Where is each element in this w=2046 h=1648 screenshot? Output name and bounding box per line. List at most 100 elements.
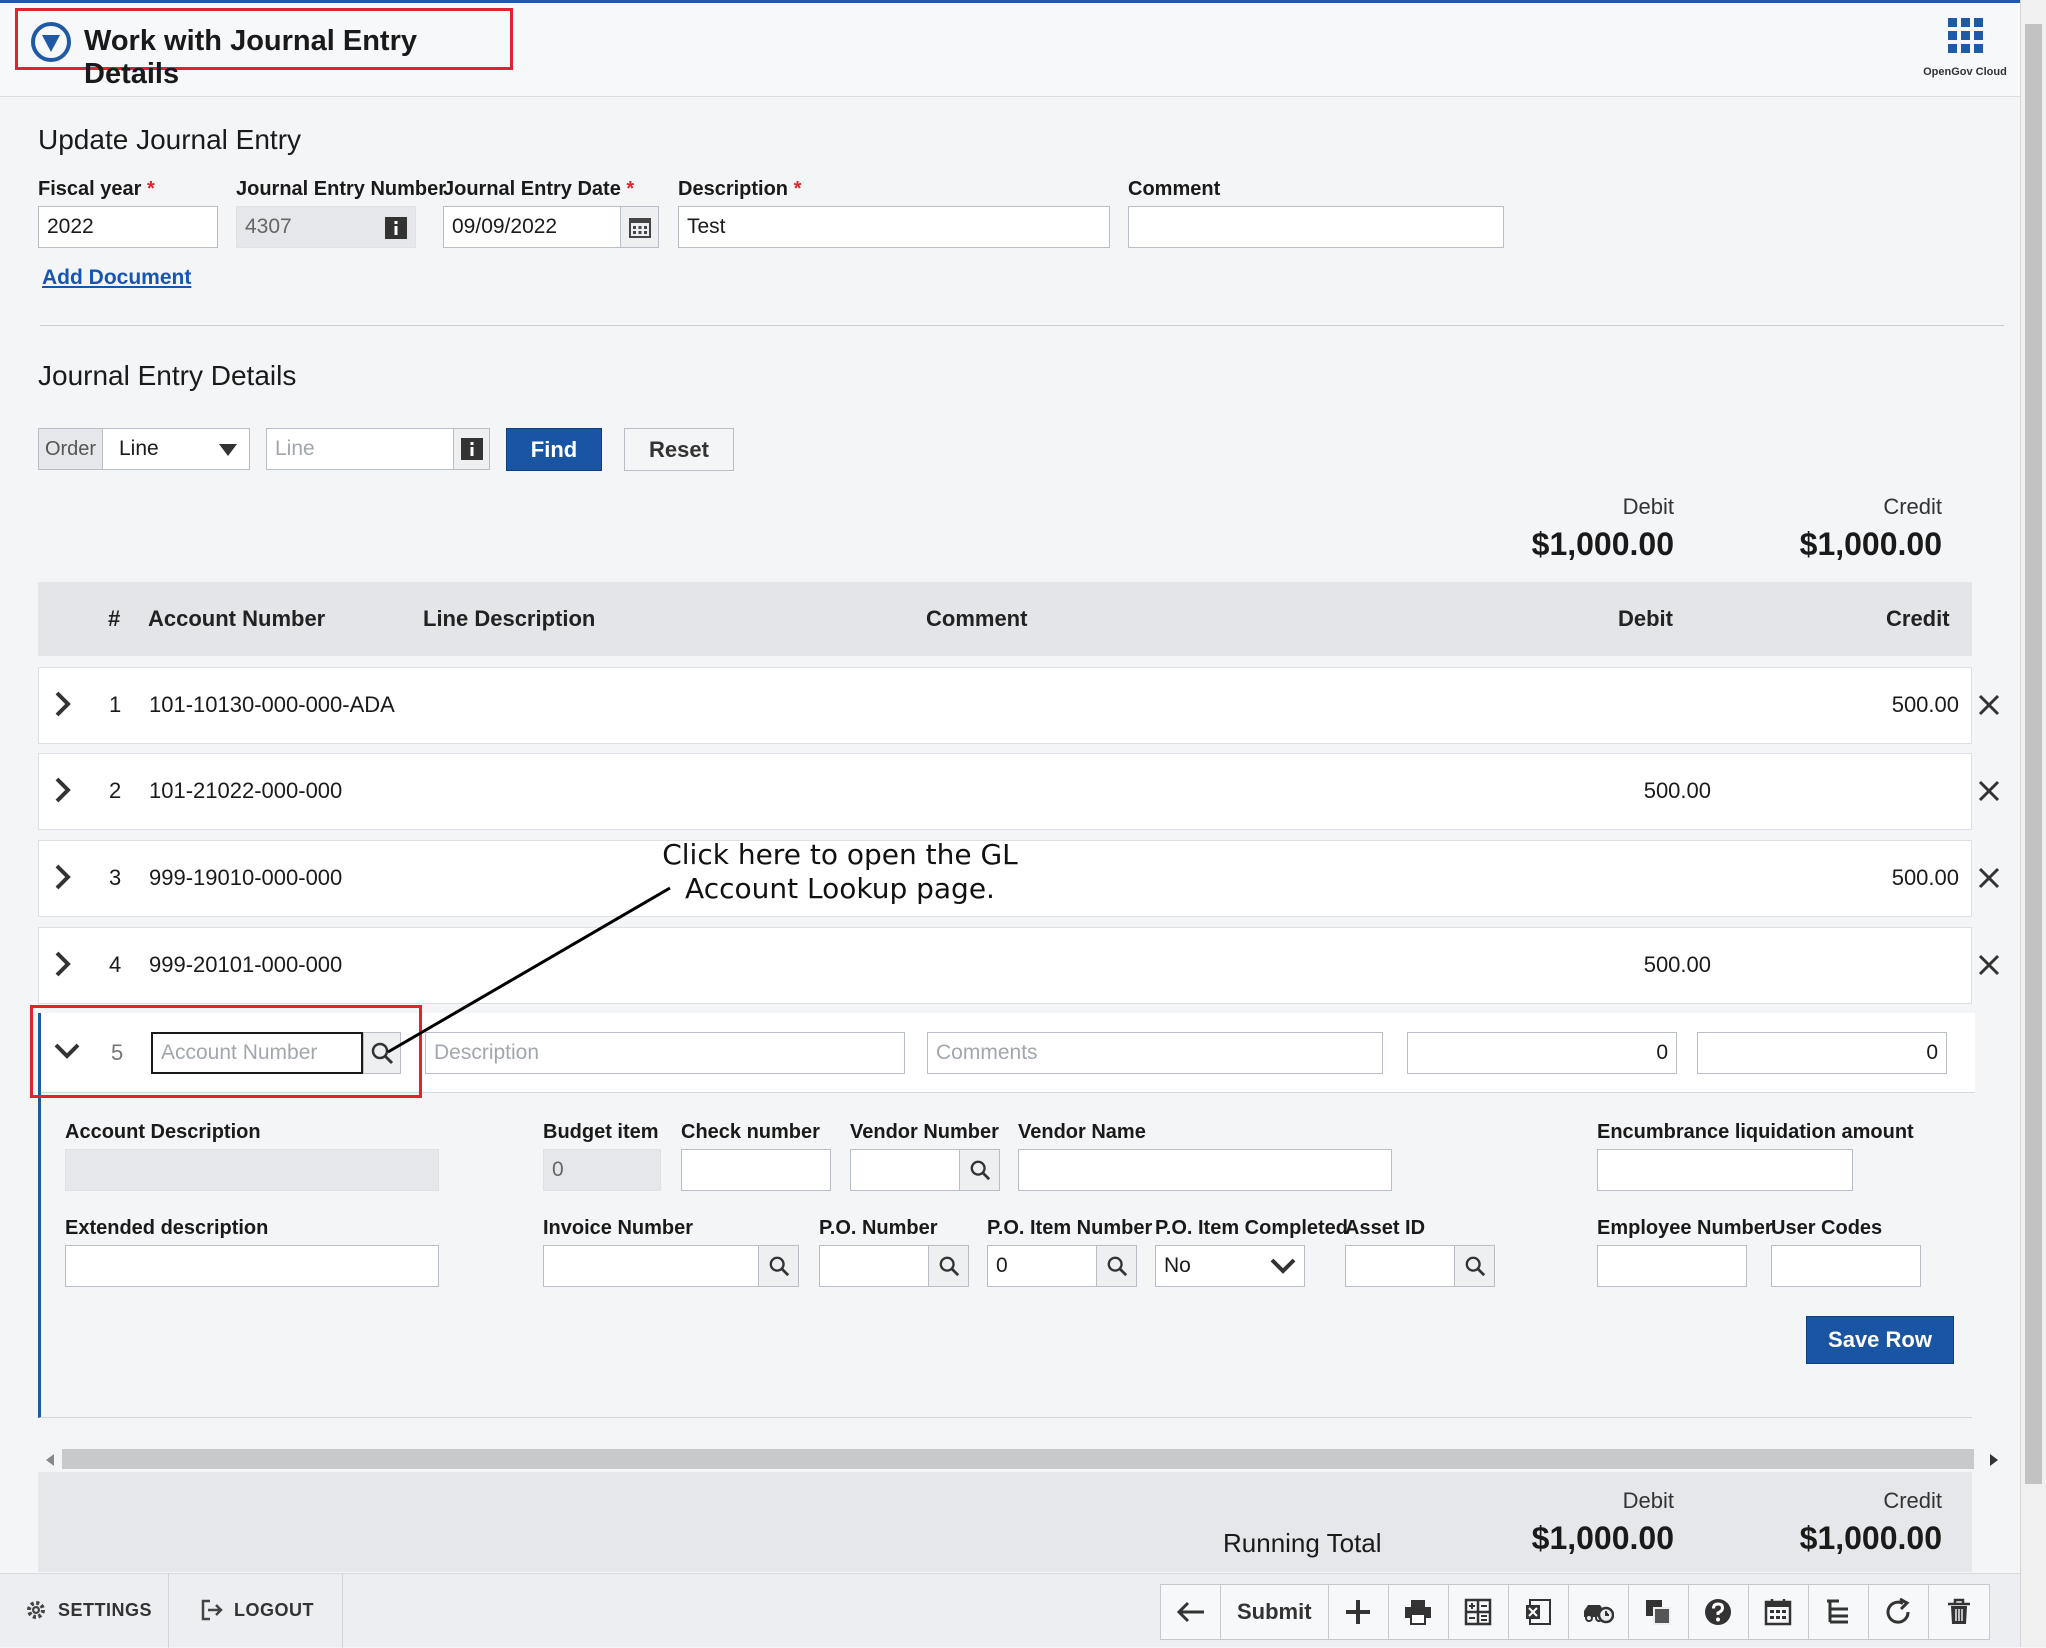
vendor-number-input[interactable] <box>850 1149 1000 1191</box>
col-line-description[interactable]: Line Description <box>423 606 595 632</box>
employee-number-input[interactable] <box>1597 1245 1747 1287</box>
check-number-input[interactable] <box>681 1149 831 1191</box>
running-total-bar: Debit $1,000.00 Credit $1,000.00 Running… <box>38 1472 1972 1572</box>
print-icon <box>1405 1600 1432 1625</box>
col-num: # <box>108 606 121 631</box>
chevron-right-icon[interactable] <box>53 690 73 718</box>
help-button[interactable] <box>1689 1585 1749 1639</box>
po-item-lookup-button[interactable] <box>1096 1246 1136 1286</box>
search-icon <box>939 1256 959 1277</box>
running-debit-label: Debit <box>1622 1488 1674 1513</box>
scroll-left-arrow-icon[interactable] <box>46 1454 56 1466</box>
scroll-right-arrow-icon[interactable] <box>1988 1454 1998 1466</box>
col-credit[interactable]: Credit <box>1886 606 1950 632</box>
account-description-field <box>65 1149 439 1191</box>
comment-label: Comment <box>1128 178 1221 200</box>
vertical-scrollbar[interactable] <box>2020 0 2046 1647</box>
vendor-name-input[interactable] <box>1018 1149 1392 1191</box>
callout-arrow <box>387 886 671 1054</box>
comment-input[interactable] <box>1128 206 1504 248</box>
save-row-button[interactable]: Save Row <box>1806 1316 1954 1364</box>
refresh-icon <box>1886 1598 1910 1624</box>
order-select[interactable]: Order Line <box>38 428 250 470</box>
totals-credit-value: $1,000.00 <box>1799 526 1942 562</box>
horizontal-scrollbar-thumb[interactable] <box>62 1449 1974 1469</box>
table-row[interactable]: 2 101-21022-000-000 500.00 <box>38 753 1972 830</box>
navigation-compass-icon[interactable] <box>30 21 72 63</box>
asset-lookup-button[interactable] <box>1454 1246 1494 1286</box>
horizontal-scrollbar[interactable] <box>38 1445 1998 1471</box>
chevron-down-icon <box>1270 1258 1296 1274</box>
invoice-lookup-button[interactable] <box>758 1246 798 1286</box>
refresh-button[interactable] <box>1869 1585 1929 1639</box>
delete-button[interactable] <box>1929 1585 1989 1639</box>
section-divider <box>40 325 2004 326</box>
extended-description-input[interactable] <box>65 1245 439 1287</box>
line-comments-input[interactable]: Comments <box>927 1032 1383 1074</box>
excel-export-button[interactable] <box>1509 1585 1569 1639</box>
row-credit: 500.00 <box>1891 865 1959 890</box>
settings-button[interactable]: SETTINGS <box>24 1598 152 1622</box>
user-codes-input[interactable] <box>1771 1245 1921 1287</box>
budget-item-field: 0 <box>543 1149 661 1191</box>
row-account: 101-10130-000-000-ADA <box>149 692 395 717</box>
vendor-lookup-button[interactable] <box>959 1150 999 1190</box>
car-button[interactable] <box>1569 1585 1629 1639</box>
delete-row-close-icon[interactable] <box>1976 778 2002 804</box>
running-credit-value: $1,000.00 <box>1799 1520 1942 1556</box>
invoice-number-label: Invoice Number <box>543 1217 694 1239</box>
delete-row-close-icon[interactable] <box>1976 952 2002 978</box>
action-toolbar: Submit <box>1160 1584 1990 1640</box>
back-button[interactable] <box>1161 1585 1221 1639</box>
row-credit: 500.00 <box>1891 692 1959 717</box>
calendar-button[interactable] <box>620 207 658 247</box>
logout-button[interactable]: LOGOUT <box>200 1598 314 1622</box>
delete-row-close-icon[interactable] <box>1976 692 2002 718</box>
col-account-number[interactable]: Account Number <box>148 606 325 632</box>
chevron-right-icon[interactable] <box>53 950 73 978</box>
logout-icon <box>201 1599 223 1621</box>
search-icon <box>1107 1256 1127 1277</box>
line-credit-input[interactable]: 0 <box>1697 1032 1947 1074</box>
line-search-input[interactable]: Line <box>266 428 490 470</box>
apps-grid-icon[interactable] <box>1948 18 1984 54</box>
chevron-right-icon[interactable] <box>53 776 73 804</box>
calendar-button[interactable] <box>1749 1585 1809 1639</box>
col-comment[interactable]: Comment <box>926 606 1027 632</box>
line-debit-input[interactable]: 0 <box>1407 1032 1677 1074</box>
add-document-link[interactable]: Add Document <box>42 266 191 290</box>
delete-row-close-icon[interactable] <box>1976 865 2002 891</box>
excel-icon <box>1526 1599 1552 1625</box>
invoice-number-input[interactable] <box>543 1245 799 1287</box>
row-account: 999-19010-000-000 <box>149 865 343 890</box>
find-button[interactable]: Find <box>506 428 602 471</box>
chevron-right-icon[interactable] <box>53 863 73 891</box>
col-debit[interactable]: Debit <box>1618 606 1673 632</box>
vendor-name-label: Vendor Name <box>1018 1121 1146 1143</box>
submit-button[interactable]: Submit <box>1221 1585 1329 1639</box>
arrow-left-icon <box>1176 1601 1204 1623</box>
table-row[interactable]: 4 999-20101-000-000 500.00 <box>38 927 1972 1004</box>
callout-line-1: Click here to open the GL <box>662 838 1018 871</box>
print-button[interactable] <box>1389 1585 1449 1639</box>
table-row[interactable]: 1 101-10130-000-000-ADA 500.00 <box>38 667 1972 744</box>
je-date-input[interactable]: 09/09/2022 <box>443 206 659 248</box>
po-item-number-input[interactable]: 0 <box>987 1245 1137 1287</box>
fiscal-year-input[interactable]: 2022 <box>38 206 218 248</box>
line-info-button[interactable] <box>453 429 489 469</box>
info-icon[interactable] <box>385 217 407 239</box>
apps-label: OpenGov Cloud <box>1923 66 2007 78</box>
tree-view-button[interactable] <box>1809 1585 1869 1639</box>
asset-id-input[interactable] <box>1345 1245 1495 1287</box>
po-item-completed-select[interactable]: No <box>1155 1245 1305 1287</box>
po-number-input[interactable] <box>819 1245 969 1287</box>
description-input[interactable]: Test <box>678 206 1110 248</box>
vertical-scrollbar-thumb[interactable] <box>2025 24 2042 1484</box>
calculator-button[interactable] <box>1449 1585 1509 1639</box>
help-icon <box>1705 1599 1732 1625</box>
encumbrance-input[interactable] <box>1597 1149 1853 1191</box>
reset-button[interactable]: Reset <box>624 428 734 471</box>
po-lookup-button[interactable] <box>928 1246 968 1286</box>
add-button[interactable] <box>1329 1585 1389 1639</box>
copy-button[interactable] <box>1629 1585 1689 1639</box>
